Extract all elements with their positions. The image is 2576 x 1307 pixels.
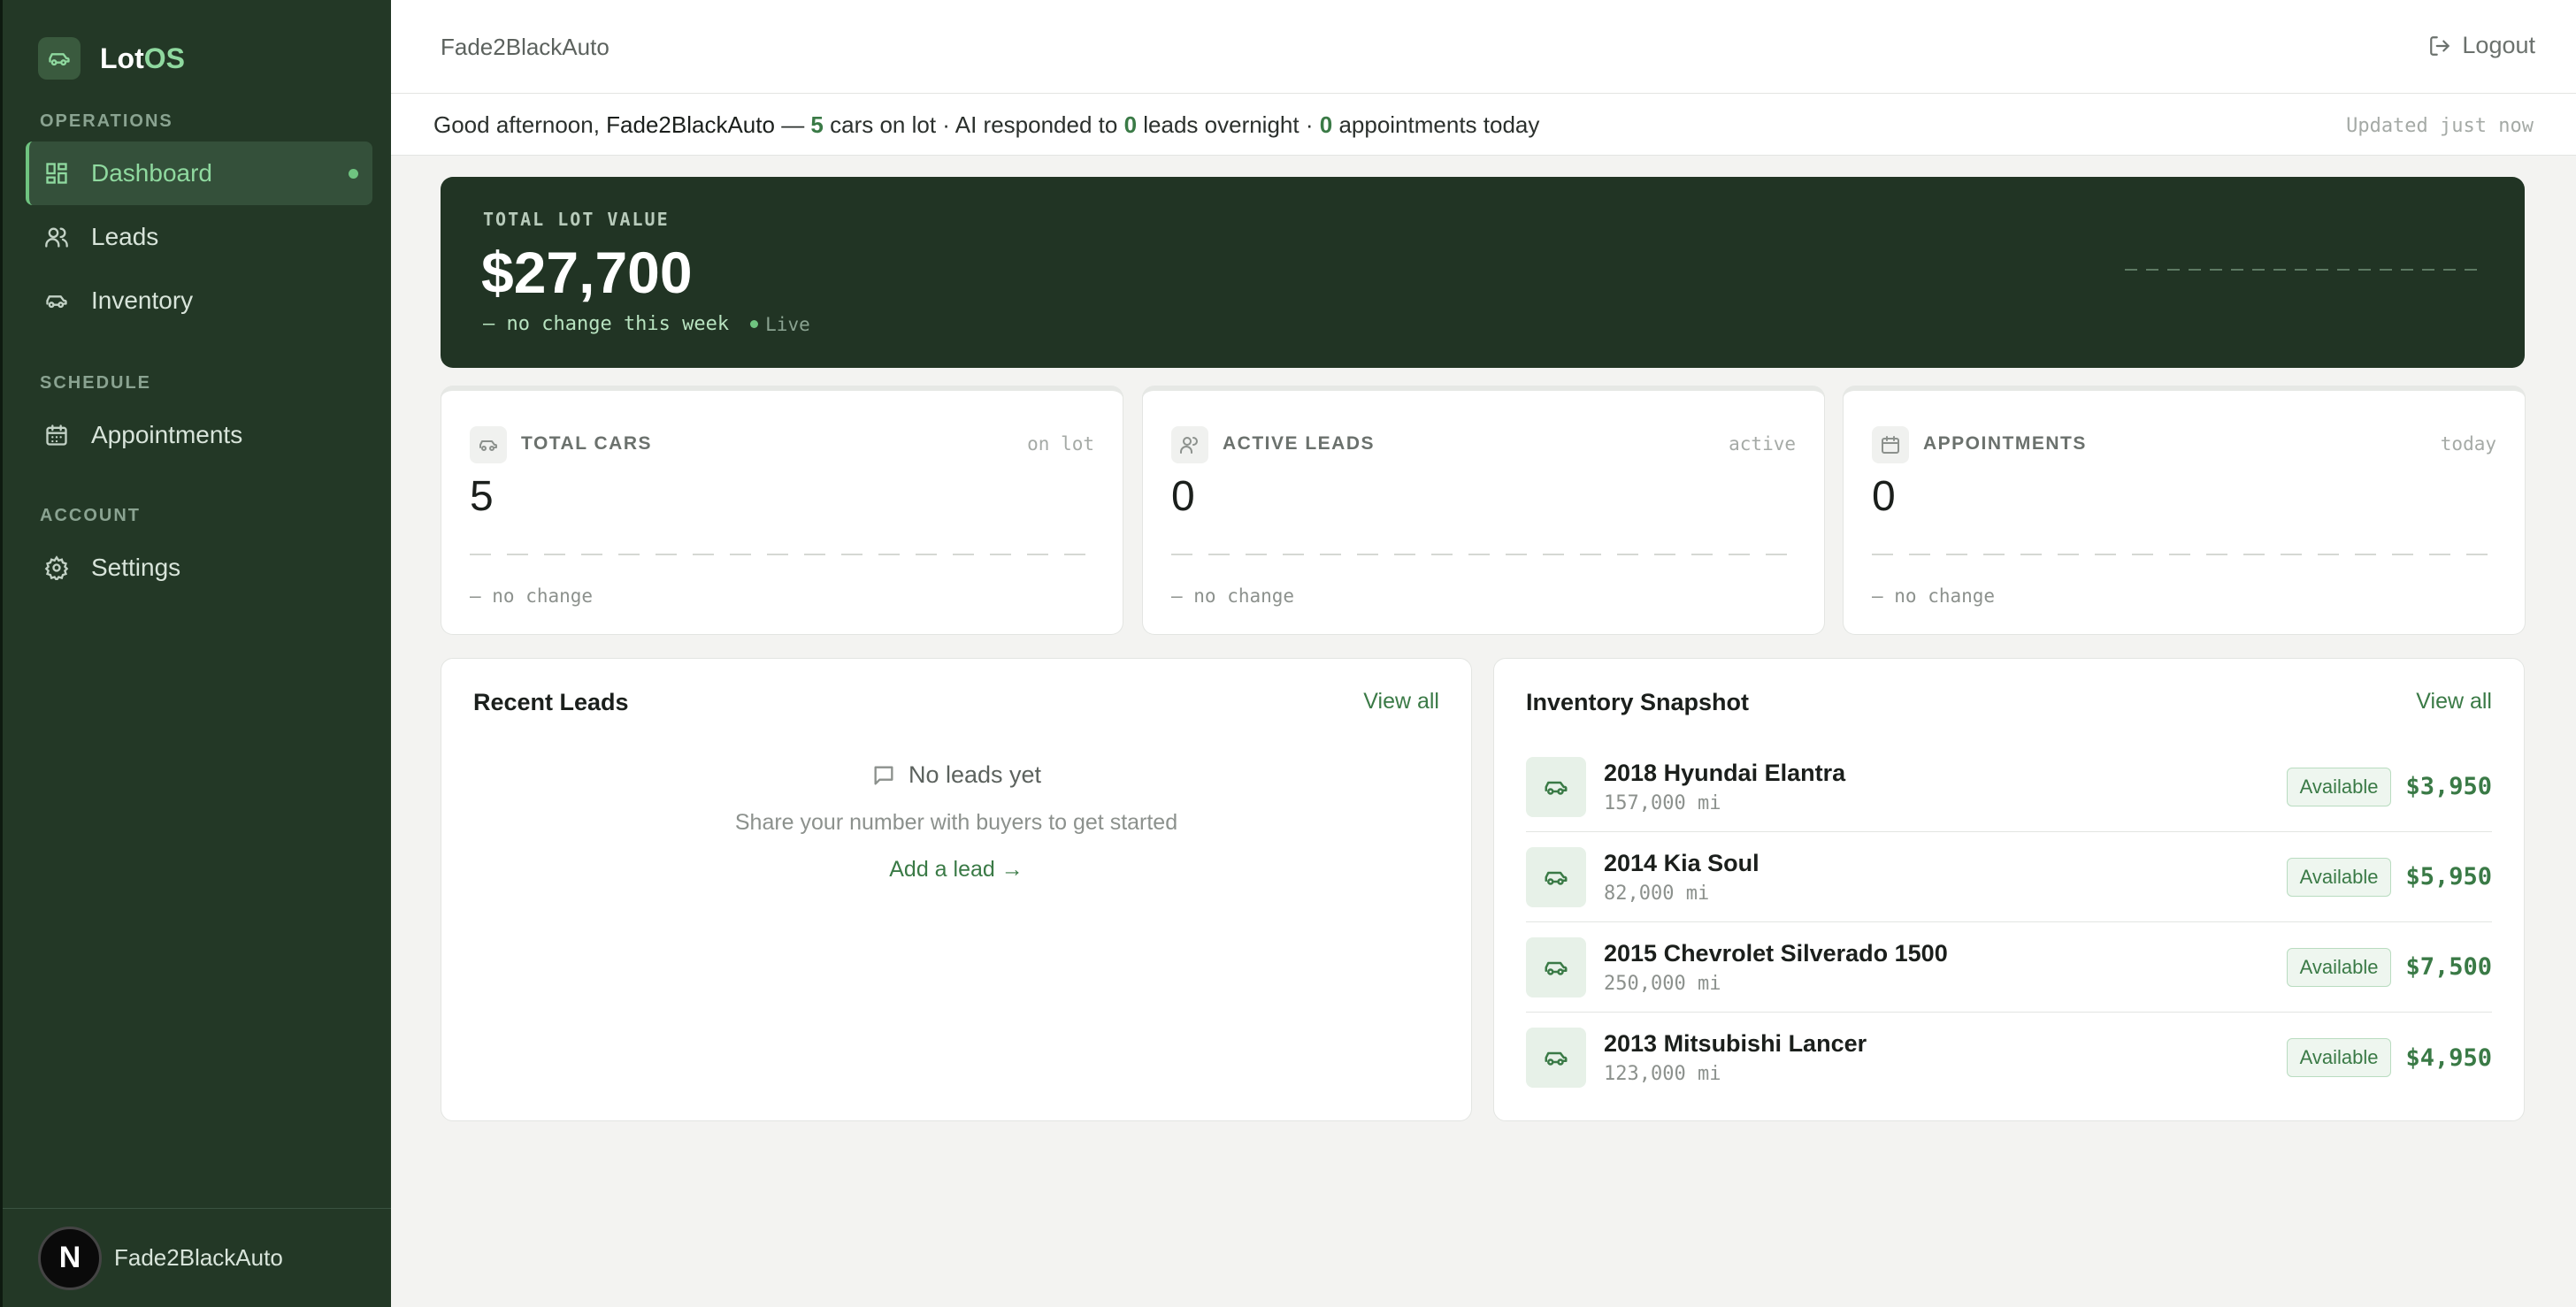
car-name: 2018 Hyundai Elantra: [1604, 759, 1846, 786]
car-mileage: 123,000 mi: [1604, 1063, 1721, 1085]
status-badge: Available: [2286, 947, 2392, 987]
user-profile[interactable]: N Fade2BlackAuto: [3, 1208, 391, 1307]
car-price: $5,950: [2405, 863, 2492, 890]
car-icon: [1526, 1028, 1586, 1088]
hero-change: — no change this week Live: [483, 313, 810, 335]
list-item[interactable]: 2015 Chevrolet Silverado 1500 250,000 mi…: [1526, 922, 2492, 1013]
greeting-bar: Good afternoon, Fade2BlackAuto — 5 cars …: [391, 94, 2576, 156]
car-icon: [1526, 756, 1586, 817]
sidebar-item-settings[interactable]: Settings: [26, 536, 372, 600]
sparkline: [2125, 269, 2482, 271]
live-indicator: Live: [750, 314, 810, 335]
sidebar-item-label: Inventory: [91, 287, 194, 314]
sparkline: [1171, 554, 1796, 555]
car-icon: [1526, 846, 1586, 907]
car-price: $7,500: [2405, 953, 2492, 981]
sidebar-item-label: Leads: [91, 223, 159, 250]
stat-tag: today: [2440, 433, 2496, 455]
car-name: 2014 Kia Soul: [1604, 849, 1760, 876]
stat-card-total-cars: TOTAL CARS on lot 5 — no change: [441, 386, 1123, 635]
sidebar-item-inventory[interactable]: Inventory: [26, 269, 372, 332]
stat-value: 0: [1872, 473, 1896, 520]
stat-tag: active: [1729, 433, 1796, 455]
car-icon: [470, 426, 507, 463]
total-lot-value-card: TOTAL LOT VALUE $27,700 — no change this…: [441, 177, 2525, 368]
nav-section-operations: OPERATIONS: [40, 111, 173, 131]
car-icon: [43, 287, 70, 314]
dashboard-icon: [43, 160, 70, 187]
car-mileage: 82,000 mi: [1604, 882, 1710, 905]
logout-button[interactable]: Logout: [2428, 32, 2535, 59]
status-badge: Available: [2286, 767, 2392, 806]
greeting-text: Good afternoon, Fade2BlackAuto — 5 cars …: [433, 111, 1540, 138]
sidebar-item-label: Appointments: [91, 421, 243, 448]
stat-change: — no change: [1872, 585, 1996, 607]
active-indicator-dot: [349, 168, 358, 179]
brand[interactable]: LotOS: [38, 37, 185, 80]
stat-change: — no change: [1171, 585, 1295, 607]
stat-value: 0: [1171, 473, 1195, 520]
stat-value: 5: [470, 473, 494, 520]
panel-title: Inventory Snapshot: [1526, 689, 1750, 715]
logout-icon: [2430, 35, 2450, 56]
users-icon: [43, 224, 70, 250]
list-item[interactable]: 2013 Mitsubishi Lancer 123,000 mi Availa…: [1526, 1013, 2492, 1103]
car-name: 2013 Mitsubishi Lancer: [1604, 1030, 1867, 1057]
status-badge: Available: [2286, 857, 2392, 897]
car-price: $4,950: [2405, 1043, 2492, 1072]
list-item[interactable]: 2014 Kia Soul 82,000 mi Available $5,950: [1526, 832, 2492, 922]
panel-title: Recent Leads: [473, 689, 629, 715]
stat-tag: on lot: [1027, 433, 1094, 455]
empty-state: No leads yet Share your number with buye…: [441, 761, 1471, 883]
stat-card-appointments: APPOINTMENTS today 0 — no change: [1843, 386, 2526, 635]
stat-label: ACTIVE LEADS: [1223, 433, 1376, 454]
sidebar-item-leads[interactable]: Leads: [26, 205, 372, 269]
stat-change: — no change: [470, 585, 594, 607]
list-item[interactable]: 2018 Hyundai Elantra 157,000 mi Availabl…: [1526, 742, 2492, 832]
stat-card-active-leads: ACTIVE LEADS active 0 — no change: [1142, 386, 1825, 635]
brand-name: LotOS: [100, 42, 185, 74]
calendar-icon: [1872, 426, 1909, 463]
sparkline: [1872, 554, 2496, 555]
recent-leads-panel: Recent Leads View all No leads yet Share…: [441, 658, 1472, 1121]
nav-section-account: ACCOUNT: [40, 506, 141, 525]
car-mileage: 157,000 mi: [1604, 791, 1721, 814]
add-lead-link[interactable]: Add a lead →: [889, 857, 1024, 883]
gear-icon: [43, 554, 70, 581]
car-mileage: 250,000 mi: [1604, 972, 1721, 995]
empty-title: No leads yet: [871, 761, 1041, 789]
user-name: Fade2BlackAuto: [114, 1244, 283, 1271]
hero-value: $27,700: [481, 240, 693, 305]
logout-label: Logout: [2462, 32, 2535, 58]
sparkline: [470, 554, 1094, 555]
nav-section-schedule: SCHEDULE: [40, 373, 152, 393]
car-name: 2015 Chevrolet Silverado 1500: [1604, 939, 1948, 967]
inventory-snapshot-panel: Inventory Snapshot View all 2018 Hyundai…: [1493, 658, 2525, 1121]
updated-timestamp: Updated just now: [2346, 115, 2534, 137]
status-badge: Available: [2286, 1038, 2392, 1077]
stat-label: APPOINTMENTS: [1923, 433, 2087, 454]
view-all-leads-link[interactable]: View all: [1363, 689, 1439, 715]
sidebar-item-dashboard[interactable]: Dashboard: [26, 141, 372, 205]
calendar-icon: [43, 422, 70, 448]
view-all-inventory-link[interactable]: View all: [2416, 689, 2492, 715]
car-price: $3,950: [2405, 773, 2492, 800]
top-bar: Fade2BlackAuto Logout: [391, 0, 2576, 94]
stat-label: TOTAL CARS: [521, 433, 653, 454]
car-logo-icon: [38, 37, 80, 80]
sidebar-item-appointments[interactable]: Appointments: [26, 403, 372, 467]
message-icon: [874, 766, 893, 784]
sidebar-item-label: Dashboard: [91, 159, 212, 187]
sidebar: LotOS OPERATIONS Dashboard Leads Invento…: [0, 0, 391, 1307]
avatar[interactable]: N: [38, 1226, 102, 1290]
hero-label: TOTAL LOT VALUE: [483, 209, 670, 230]
sidebar-item-label: Settings: [91, 554, 181, 581]
empty-description: Share your number with buyers to get sta…: [734, 809, 1178, 835]
page-title: Fade2BlackAuto: [441, 34, 610, 60]
car-icon: [1526, 936, 1586, 997]
users-icon: [1171, 426, 1208, 463]
